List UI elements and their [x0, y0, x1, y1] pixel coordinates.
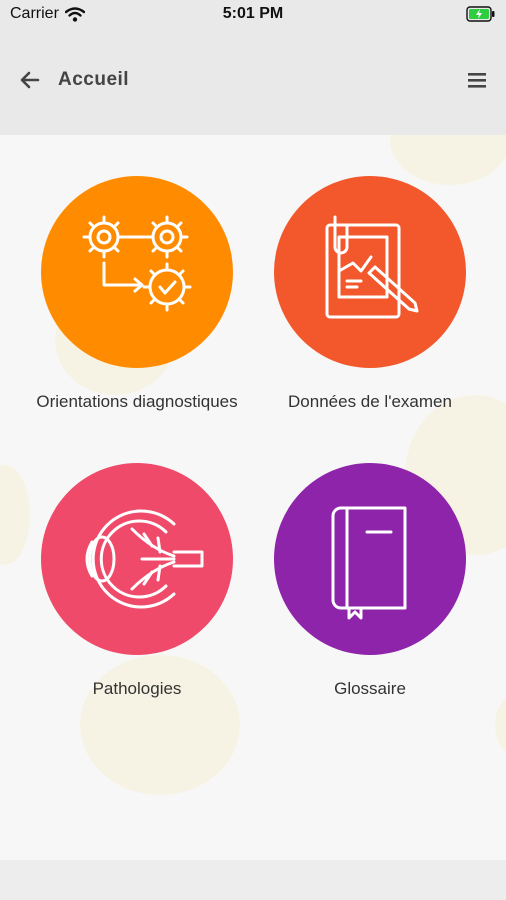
tile-glossaire[interactable]: Glossaire — [255, 463, 485, 699]
arrow-left-icon[interactable] — [18, 68, 42, 92]
page-title: Accueil — [58, 69, 130, 90]
hamburger-menu-icon[interactable] — [466, 70, 488, 90]
tile-label: Données de l'examen — [288, 392, 452, 411]
gears-flow-icon — [82, 215, 192, 312]
home-grid: Orientations diagnostiques Données de l'… — [0, 135, 506, 860]
status-bar: Carrier 5:01 PM — [0, 0, 506, 28]
tile-pathologies[interactable]: Pathologies — [22, 463, 252, 699]
tile-circle — [41, 463, 233, 655]
clipboard-pencil-icon — [325, 215, 419, 319]
tile-circle — [274, 176, 466, 368]
bottom-bar — [0, 860, 506, 900]
tile-circle — [274, 463, 466, 655]
tile-label: Pathologies — [92, 679, 182, 698]
tile-donnees-examen[interactable]: Données de l'examen — [255, 176, 485, 412]
tile-label: Glossaire — [334, 679, 406, 698]
eye-anatomy-icon — [85, 509, 204, 609]
decorative-bubble — [495, 695, 506, 755]
tile-circle — [41, 176, 233, 368]
top-nav-bar: Accueil — [0, 28, 506, 135]
tile-orientations-diagnostiques[interactable]: Orientations diagnostiques — [22, 176, 252, 412]
clock: 5:01 PM — [222, 5, 284, 22]
tile-label: Orientations diagnostiques — [36, 392, 238, 411]
battery-charging-icon — [466, 6, 495, 22]
book-icon — [331, 506, 407, 620]
